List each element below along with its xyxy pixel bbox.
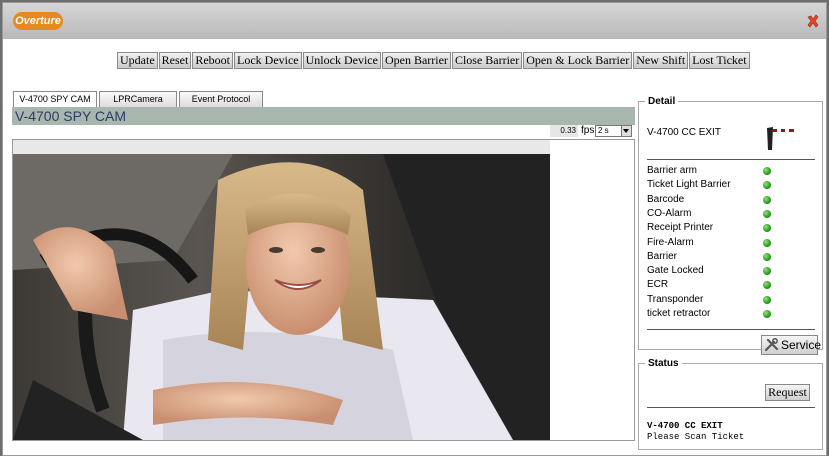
- status-row-label: Barcode: [647, 193, 685, 205]
- toolbar-button-unlock-device[interactable]: Unlock Device: [302, 52, 381, 69]
- status-ok-indicator-icon: [763, 209, 771, 218]
- status-row-label: CO-Alarm: [647, 207, 692, 219]
- toolbar-button-lost-ticket[interactable]: Lost Ticket: [689, 52, 750, 69]
- status-ok-indicator-icon: [763, 181, 771, 190]
- toolbar-button-lock-device[interactable]: Lock Device: [234, 52, 302, 69]
- divider: [647, 329, 815, 330]
- status-ok-indicator-icon: [763, 310, 771, 318]
- toolbar-button-open-barrier[interactable]: Open Barrier: [381, 52, 451, 69]
- service-label: Service: [781, 338, 822, 352]
- status-ok-indicator-icon: [763, 195, 771, 204]
- device-name: V-4700 CC EXIT: [647, 127, 721, 138]
- status-ok-indicator-icon: [763, 295, 771, 304]
- detail-legend: Detail: [648, 96, 676, 107]
- toolbar-button-close-barrier[interactable]: Close Barrier: [451, 52, 523, 69]
- status-ok-indicator-icon: [763, 224, 771, 233]
- tab-lpr-camera[interactable]: LPRCamera: [99, 91, 177, 107]
- status-row-label: Gate Locked: [647, 265, 704, 277]
- tab-spy-cam[interactable]: V-4700 SPY CAM: [13, 91, 97, 108]
- camera-image: [13, 140, 550, 440]
- fps-label: fps: [581, 125, 595, 136]
- status-panel: Status Request V-4700 CC EXIT Please Sca…: [638, 358, 823, 450]
- toolbar-button-open-lock-barrier[interactable]: Open & Lock Barrier: [523, 52, 633, 69]
- status-ok-indicator-icon: [763, 281, 771, 290]
- service-button[interactable]: Service: [761, 335, 822, 355]
- status-ok-indicator-icon: [763, 167, 771, 175]
- toolbar-button-reset[interactable]: Reset: [158, 52, 192, 69]
- status-row: ECR: [647, 278, 807, 292]
- status-row: Barrier arm: [647, 164, 807, 178]
- toolbar-button-new-shift[interactable]: New Shift: [633, 52, 689, 69]
- status-row: Ticket Light Barrier: [647, 178, 807, 192]
- status-row-label: Barrier: [647, 250, 678, 262]
- status-row: Transponder: [647, 293, 807, 307]
- status-row-label: Ticket Light Barrier: [647, 179, 731, 191]
- status-row-label: ECR: [647, 279, 669, 291]
- chevron-down-icon: [621, 126, 631, 136]
- status-legend: Status: [648, 358, 679, 369]
- toolbar-button-update[interactable]: Update: [117, 52, 158, 69]
- camera-view: [12, 139, 635, 441]
- status-line-message: Please Scan Ticket: [647, 432, 745, 442]
- status-row-label: ticket retractor: [647, 308, 711, 319]
- interval-select-value: 2 s: [598, 126, 609, 135]
- fps-value: 0.33: [550, 125, 578, 137]
- status-row-label: Transponder: [647, 293, 704, 305]
- status-row: Barcode: [647, 193, 807, 207]
- overture-logo: Overture: [13, 12, 63, 30]
- status-ok-indicator-icon: [763, 238, 771, 247]
- status-ok-indicator-icon: [763, 267, 771, 276]
- status-row-label: Barrier arm: [647, 165, 698, 176]
- fps-controls: 0.33 fps 2 s: [550, 125, 635, 139]
- status-row: Fire-Alarm: [647, 236, 807, 250]
- tab-event-protocol[interactable]: Event Protocol: [179, 91, 263, 107]
- interval-select[interactable]: 2 s: [595, 125, 632, 137]
- status-row-label: Fire-Alarm: [647, 236, 694, 248]
- camera-title: V-4700 SPY CAM: [15, 108, 127, 124]
- request-button[interactable]: Request: [765, 384, 810, 401]
- close-icon[interactable]: [806, 14, 820, 28]
- barrier-device-icon: [767, 127, 794, 150]
- tools-icon: [765, 338, 779, 352]
- divider: [647, 159, 815, 160]
- status-row: Barrier: [647, 250, 807, 264]
- divider: [647, 407, 815, 408]
- status-row: Gate Locked: [647, 264, 807, 278]
- command-toolbar: Update Reset Reboot Lock Device Unlock Devic…: [117, 52, 751, 70]
- toolbar-button-reboot[interactable]: Reboot: [192, 52, 233, 69]
- status-ok-indicator-icon: [763, 252, 771, 261]
- title-bar: Overture: [3, 3, 826, 39]
- detail-panel: Detail V-4700 CC EXIT Barrier arm Ticket …: [638, 96, 823, 355]
- status-row-label: Receipt Printer: [647, 222, 714, 234]
- status-row: ticket retractor: [647, 307, 807, 321]
- status-line-device: V-4700 CC EXIT: [647, 421, 723, 431]
- status-row: CO-Alarm: [647, 207, 807, 221]
- app-window: Overture Update Reset Reboot Lock Device Unl…: [2, 2, 827, 456]
- camera-header: V-4700 SPY CAM: [12, 107, 635, 125]
- status-row: Receipt Printer: [647, 221, 807, 235]
